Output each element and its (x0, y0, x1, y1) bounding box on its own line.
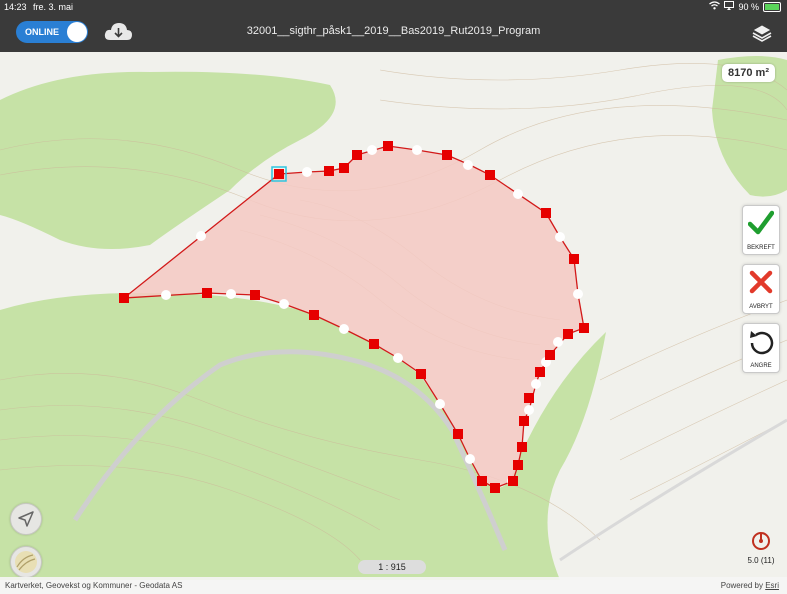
map-icon (15, 551, 37, 573)
screen-mirror-icon (724, 1, 735, 12)
attribution-bar: Kartverket, Geovekst og Kommuner - Geoda… (0, 577, 787, 594)
selected-vertex-fill (274, 169, 284, 179)
undo-icon (750, 331, 774, 355)
area-badge: 8170 m² (722, 64, 775, 82)
status-time: 14:23 (4, 2, 27, 12)
attribution-text: Kartverket, Geovekst og Kommuner - Geoda… (5, 581, 183, 590)
scale-indicator: 1 : 915 (358, 560, 426, 574)
map-canvas[interactable] (0, 52, 787, 594)
undo-label: ANGRE (750, 363, 772, 369)
confirm-button[interactable]: BEKREFT (742, 205, 780, 255)
powered-by-label: Powered by (720, 581, 763, 590)
navigate-button[interactable] (10, 503, 42, 535)
battery-percent: 90 % (738, 1, 759, 12)
gps-icon (752, 532, 770, 550)
toolbar: ONLINE 32001__sigthr_påsk1__2019__Bas201… (0, 14, 787, 52)
wifi-icon (709, 1, 721, 12)
gps-accuracy: 5.0 (11) (747, 556, 775, 565)
layers-button[interactable] (751, 22, 773, 44)
gps-status[interactable]: 5.0 (11) (742, 525, 780, 569)
esri-link[interactable]: Esri (765, 581, 779, 590)
close-icon (749, 270, 773, 294)
status-right: 90 % (709, 1, 781, 12)
navigation-arrow-icon (18, 511, 34, 527)
status-bar: 14:23 fre. 3. mai 90 % (0, 0, 787, 14)
status-day: fre. 3. mai (33, 2, 74, 12)
basemap-button[interactable] (10, 546, 42, 578)
undo-button[interactable]: ANGRE (742, 323, 780, 373)
powered-by: Powered by Esri (721, 581, 779, 590)
battery-icon (763, 1, 781, 12)
cancel-button[interactable]: AVBRYT (742, 264, 780, 314)
checkmark-icon (748, 210, 774, 235)
map-view[interactable]: 8170 m² BEKREFT AVBRYT ANGRE 5.0 (11) 1 … (0, 52, 787, 594)
project-title: 32001__sigthr_påsk1__2019__Bas2019_Rut20… (246, 25, 541, 37)
confirm-label: BEKREFT (747, 245, 775, 251)
cancel-label: AVBRYT (749, 304, 773, 310)
layers-icon (752, 24, 772, 42)
